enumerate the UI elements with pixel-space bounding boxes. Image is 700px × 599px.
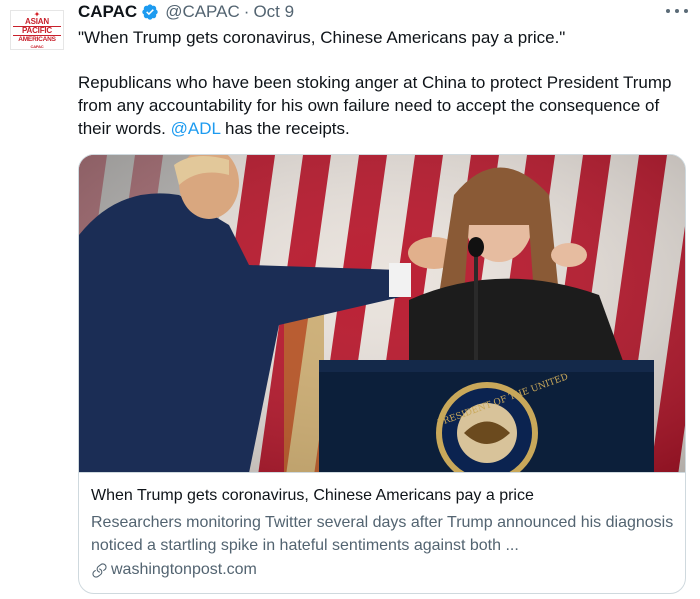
avatar-logo-line-1: ASIAN [25,17,49,26]
tweet-header: CAPAC @CAPAC · Oct 9 [78,1,294,23]
more-dot [684,9,688,13]
avatar[interactable]: ✦ ASIAN PACIFIC AMERICANS CAPAC [10,10,64,50]
more-dot [666,9,670,13]
card-domain-text: washingtonpost.com [111,561,257,578]
link-icon [92,562,107,578]
card-description: Researchers monitoring Twitter several d… [91,514,674,554]
card-domain: washingtonpost.com [91,559,676,581]
tweet-date[interactable]: Oct 9 [253,2,294,22]
more-dot [675,9,679,13]
tweet-paragraph: Republicans who have been stoking anger … [78,71,678,140]
avatar-logo-line-4: CAPAC [30,44,44,49]
verified-badge-icon [142,4,158,20]
user-handle[interactable]: @CAPAC [165,2,240,22]
tweet-paragraph-text: Republicans who have been stoking anger … [78,73,672,138]
card-title: When Trump gets coronavirus, Chinese Ame… [91,487,534,504]
mention-link[interactable]: @ADL [171,119,221,138]
more-options-icon[interactable] [666,4,688,18]
tweet-quote: "When Trump gets coronavirus, Chinese Am… [78,28,566,47]
card-image[interactable]: PRESIDENT OF THE UNITED [79,155,685,473]
card-text: When Trump gets coronavirus, Chinese Ame… [91,485,676,581]
card-photo: PRESIDENT OF THE UNITED [79,155,685,472]
tweet-paragraph-end: has the receipts. [220,119,350,138]
avatar-logo-line-2: PACIFIC [13,26,61,35]
tweet[interactable]: ✦ ASIAN PACIFIC AMERICANS CAPAC CAPAC @C… [0,0,700,599]
tweet-text: "When Trump gets coronavirus, Chinese Am… [78,26,678,140]
separator-dot: · [243,2,250,21]
display-name[interactable]: CAPAC [78,2,137,22]
link-preview-card[interactable]: PRESIDENT OF THE UNITED When Trump gets … [78,154,686,594]
avatar-logo-line-3: AMERICANS [13,35,61,44]
